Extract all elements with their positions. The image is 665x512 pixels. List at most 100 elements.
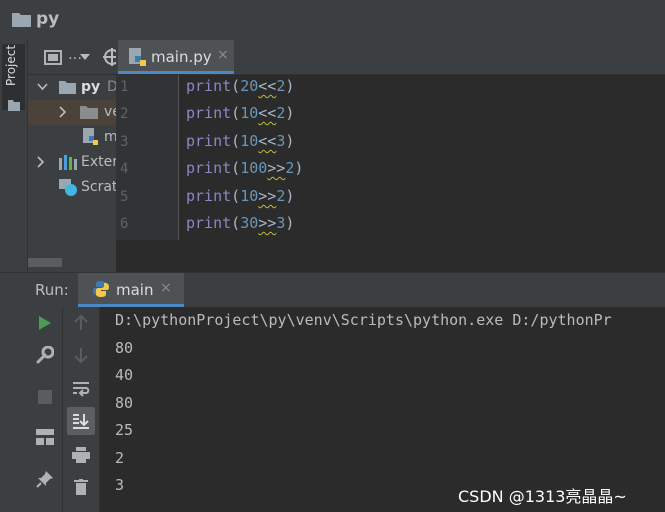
trash-icon <box>74 479 88 495</box>
soft-wrap-icon <box>73 382 90 397</box>
folder-icon <box>12 13 31 27</box>
run-toolbar-secondary <box>63 307 100 512</box>
editor-tab-bar: main.py × <box>116 40 665 75</box>
left-tool-stripe: Project <box>0 40 28 272</box>
close-icon[interactable]: × <box>217 47 229 63</box>
shift-operator: >> <box>258 214 277 232</box>
number-literal: 10 <box>240 104 259 122</box>
chevron-right-icon[interactable] <box>37 156 45 168</box>
project-folder-icon <box>8 100 20 111</box>
paren-open: ( <box>231 159 241 177</box>
arrow-down-icon <box>74 348 88 363</box>
tree-item-main-py[interactable]: m <box>28 125 116 150</box>
project-toolbar: … <box>28 40 116 75</box>
gutter-divider <box>178 75 179 240</box>
scroll-to-end-button[interactable] <box>67 407 95 435</box>
line-number: 2 <box>120 106 129 122</box>
stop-icon <box>38 390 52 404</box>
tree-item-venv[interactable]: ve <box>28 100 116 125</box>
python-icon <box>93 281 109 297</box>
paren-open: ( <box>231 132 241 150</box>
line-number: 5 <box>120 189 129 205</box>
number-literal: 30 <box>240 214 259 232</box>
rerun-button[interactable] <box>31 309 59 337</box>
print-button[interactable] <box>67 441 95 469</box>
tree-item-external-libraries[interactable]: Exter <box>28 150 116 175</box>
chevron-down-icon[interactable] <box>37 83 48 91</box>
shift-operator: >> <box>258 187 277 205</box>
tree-item-path: D <box>107 79 116 95</box>
scratches-icon <box>59 179 77 196</box>
run-panel-header: Run: main × <box>0 272 665 308</box>
function-name: print <box>186 187 232 205</box>
console-command-line: D:\pythonProject\py\venv\Scripts\python.… <box>115 311 612 329</box>
stop-button[interactable] <box>31 383 59 411</box>
tree-item-py[interactable]: py D <box>28 75 116 100</box>
folder-icon <box>59 81 76 94</box>
line-number: 1 <box>120 79 129 95</box>
project-tool-tab-label[interactable]: Project <box>4 45 18 86</box>
pin-tab-button[interactable] <box>31 465 59 493</box>
edit-configuration-button[interactable] <box>31 341 59 369</box>
target-icon[interactable] <box>103 48 116 66</box>
function-name: print <box>186 159 232 177</box>
number-literal: 2 <box>276 187 286 205</box>
console-output-line: 25 <box>115 421 134 439</box>
run-tab-label: main <box>116 281 154 299</box>
shift-operator: << <box>258 77 277 95</box>
tab-main-py[interactable]: main.py × <box>118 40 234 74</box>
console-output-line: 40 <box>115 366 134 384</box>
tree-item-label: m <box>104 129 116 145</box>
number-literal: 10 <box>240 187 259 205</box>
code-line[interactable]: print(10<<2) <box>186 104 294 122</box>
number-literal: 10 <box>240 132 259 150</box>
chevron-right-icon[interactable] <box>59 106 67 118</box>
horizontal-scrollbar[interactable] <box>28 258 62 267</box>
window-title: py <box>36 9 60 29</box>
wrench-icon <box>36 346 54 364</box>
number-literal: 3 <box>276 214 286 232</box>
code-line[interactable]: print(20<<2) <box>186 77 294 95</box>
printer-icon <box>72 447 90 463</box>
close-icon[interactable]: × <box>160 280 172 296</box>
layout-icon <box>36 429 54 445</box>
code-line[interactable]: print(100>>2) <box>186 159 303 177</box>
watermark: CSDN @1313亮晶晶~ <box>458 487 627 506</box>
paren-open: ( <box>231 104 241 122</box>
shift-operator: >> <box>267 159 286 177</box>
tree-item-label: Exter <box>81 154 116 170</box>
up-stack-button[interactable] <box>67 309 95 337</box>
layout-icon[interactable] <box>44 50 62 65</box>
clear-all-button[interactable] <box>67 473 95 501</box>
chevron-down-icon[interactable] <box>80 54 90 61</box>
run-console[interactable]: D:\pythonProject\py\venv\Scripts\python.… <box>100 307 665 512</box>
function-name: print <box>186 77 232 95</box>
console-output-line: 2 <box>115 449 125 467</box>
python-file-icon <box>83 128 98 145</box>
code-line[interactable]: print(10<<3) <box>186 132 294 150</box>
soft-wrap-button[interactable] <box>67 375 95 403</box>
libraries-icon <box>59 155 77 170</box>
tab-label: main.py <box>151 48 212 66</box>
function-name: print <box>186 104 232 122</box>
line-number: 6 <box>120 216 129 232</box>
folder-icon <box>80 106 98 119</box>
run-tab-main[interactable]: main × <box>78 273 184 307</box>
console-output-line: 80 <box>115 339 134 357</box>
line-number: 4 <box>120 161 129 177</box>
code-line[interactable]: print(10>>2) <box>186 187 294 205</box>
down-stack-button[interactable] <box>67 341 95 369</box>
arrow-up-icon <box>74 315 88 330</box>
run-toolbar-primary <box>27 307 63 512</box>
code-line[interactable]: print(30>>3) <box>186 214 294 232</box>
editor-empty-area <box>116 240 665 272</box>
restore-layout-button[interactable] <box>31 423 59 451</box>
shift-operator: << <box>258 104 277 122</box>
number-literal: 20 <box>240 77 259 95</box>
paren-open: ( <box>231 77 241 95</box>
tree-item-scratches[interactable]: Scrat <box>28 175 116 200</box>
console-output-line: 3 <box>115 476 125 494</box>
paren-open: ( <box>231 214 241 232</box>
paren-close: ) <box>285 132 295 150</box>
paren-close: ) <box>294 159 304 177</box>
